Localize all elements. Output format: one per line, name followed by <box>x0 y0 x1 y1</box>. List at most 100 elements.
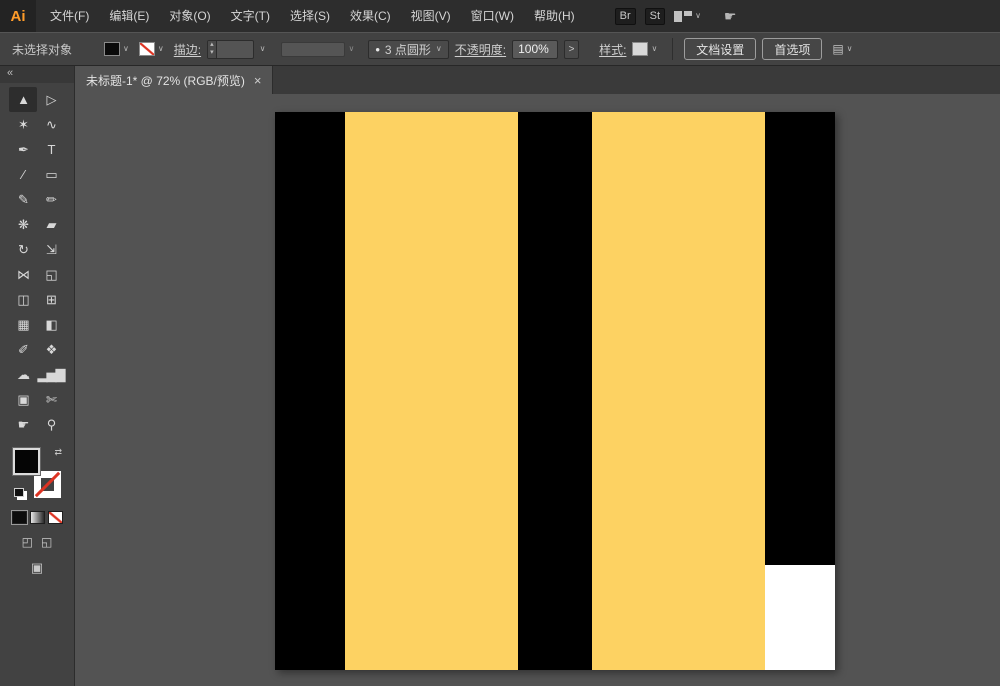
draw-behind-icon[interactable]: ◱ <box>41 535 52 549</box>
preferences-button[interactable]: 首选项 <box>762 38 822 60</box>
control-panel-menu[interactable]: ▤ ∨ <box>832 42 852 56</box>
stroke-weight-stepper[interactable]: ▴ ▾ <box>207 40 254 59</box>
stroke-weight-dropdown-icon[interactable]: ∨ <box>260 45 266 53</box>
stepper-arrows[interactable]: ▴ ▾ <box>208 41 217 58</box>
draw-normal-icon[interactable]: ◰ <box>22 535 33 549</box>
artboard[interactable] <box>275 112 835 670</box>
rotate-tool[interactable]: ↻ <box>9 237 37 262</box>
document-tab-title: 未标题-1* @ 72% (RGB/预览) <box>86 72 245 89</box>
stroke-weight-input[interactable] <box>217 41 253 58</box>
direct-selection-tool[interactable]: ▷ <box>37 87 65 112</box>
shape-builder-tool[interactable]: ◫ <box>9 287 37 312</box>
line-segment-tool[interactable]: ∕ <box>9 162 37 187</box>
column-graph-tool[interactable]: ▂▅▇ <box>37 362 65 387</box>
main-area: « ▲▷✶∿✒T∕▭✎✏❋▰↻⇲⋈◱◫⊞▦◧✐❖☁▂▅▇▣✄☛⚲ ⇄ ◰ ◱ ▣ <box>0 66 1000 686</box>
menu-item[interactable]: 文字(T) <box>221 0 280 32</box>
blend-tool[interactable]: ❖ <box>37 337 65 362</box>
divider <box>672 38 673 60</box>
scale-tool[interactable]: ⇲ <box>37 237 65 262</box>
document-column: 未标题-1* @ 72% (RGB/预览) × <box>75 66 1000 686</box>
style-dropdown[interactable]: ∨ <box>632 42 657 56</box>
none-button[interactable] <box>48 511 63 524</box>
lasso-tool[interactable]: ∿ <box>37 112 65 137</box>
magic-wand-tool[interactable]: ✶ <box>9 112 37 137</box>
menu-item[interactable]: 视图(V) <box>401 0 461 32</box>
symbol-sprayer-tool[interactable]: ☁ <box>9 362 37 387</box>
drawing-modes: ◰ ◱ <box>22 535 53 549</box>
fill-swatch[interactable] <box>13 448 40 475</box>
close-icon[interactable]: × <box>254 73 262 88</box>
stroke-color-swatch <box>139 42 155 56</box>
stock-button[interactable]: St <box>645 8 665 25</box>
canvas-area[interactable] <box>75 94 1000 686</box>
zoom-tool[interactable]: ⚲ <box>37 412 65 437</box>
yellow-stripe-right[interactable] <box>592 112 765 670</box>
workspace-switcher[interactable]: ∨ <box>674 11 701 22</box>
perspective-grid-tool[interactable]: ⊞ <box>37 287 65 312</box>
menu-item[interactable]: 窗口(W) <box>461 0 524 32</box>
gradient-tool[interactable]: ◧ <box>37 312 65 337</box>
chevron-down-icon: ∨ <box>348 45 354 53</box>
menu-item[interactable]: 帮助(H) <box>524 0 585 32</box>
pen-tool[interactable]: ✒ <box>9 137 37 162</box>
yellow-stripe-left[interactable] <box>345 112 518 670</box>
default-fill-stroke-icon[interactable] <box>14 488 24 497</box>
fill-color-control[interactable]: ∨ <box>104 42 129 56</box>
chevron-down-icon: ∨ <box>847 45 853 53</box>
opacity-expand-button[interactable]: > <box>564 40 579 59</box>
fill-color-swatch <box>104 42 120 56</box>
black-rectangle-right[interactable] <box>765 112 835 565</box>
tools-grid: ▲▷✶∿✒T∕▭✎✏❋▰↻⇲⋈◱◫⊞▦◧✐❖☁▂▅▇▣✄☛⚲ <box>9 87 65 437</box>
eraser-tool[interactable]: ▰ <box>37 212 65 237</box>
type-tool[interactable]: T <box>37 137 65 162</box>
brush-definition-dropdown[interactable]: • 3 点圆形 ∨ <box>368 40 448 59</box>
chevron-down-icon: ∨ <box>158 45 164 53</box>
menu-item[interactable]: 编辑(E) <box>99 0 159 32</box>
blob-brush-tool[interactable]: ❋ <box>9 212 37 237</box>
menu-item[interactable]: 文件(F) <box>40 0 99 32</box>
no-selection-label: 未选择对象 <box>12 41 72 58</box>
panel-collapse-button[interactable]: « <box>0 66 74 83</box>
menu-item[interactable]: 对象(O) <box>159 0 220 32</box>
document-tab[interactable]: 未标题-1* @ 72% (RGB/预览) × <box>75 66 273 94</box>
opacity-input[interactable]: 100% <box>512 40 558 59</box>
rectangle-tool[interactable]: ▭ <box>37 162 65 187</box>
hand-tool[interactable]: ☛ <box>9 412 37 437</box>
gradient-button[interactable] <box>30 511 45 524</box>
menu-item[interactable]: 选择(S) <box>280 0 340 32</box>
app-logo: Ai <box>0 0 36 32</box>
artboard-tool[interactable]: ▣ <box>9 387 37 412</box>
stroke-panel-link[interactable]: 描边: <box>174 41 201 58</box>
stepper-down-icon[interactable]: ▾ <box>210 49 214 57</box>
eyedropper-tool[interactable]: ✐ <box>9 337 37 362</box>
brush-preview-dot: • <box>375 43 380 56</box>
cs-live-hand-icon[interactable]: ☛ <box>724 8 737 25</box>
stroke-swatch[interactable] <box>34 471 61 498</box>
stepper-up-icon[interactable]: ▴ <box>210 41 214 49</box>
style-link[interactable]: 样式: <box>599 41 626 58</box>
screen-mode-button[interactable]: ▣ <box>31 560 43 575</box>
paintbrush-tool[interactable]: ✎ <box>9 187 37 212</box>
opacity-link[interactable]: 不透明度: <box>455 41 506 58</box>
stroke-color-control[interactable]: ∨ <box>139 42 164 56</box>
width-profile-dropdown: ∨ <box>281 42 354 57</box>
selection-tool[interactable]: ▲ <box>9 87 37 112</box>
menu-items: 文件(F)编辑(E)对象(O)文字(T)选择(S)效果(C)视图(V)窗口(W)… <box>40 0 585 32</box>
menu-item[interactable]: 效果(C) <box>340 0 401 32</box>
document-tab-bar: 未标题-1* @ 72% (RGB/预览) × <box>75 66 1000 94</box>
style-swatch <box>632 42 648 56</box>
swap-fill-stroke-icon[interactable]: ⇄ <box>54 447 62 458</box>
slice-tool[interactable]: ✄ <box>37 387 65 412</box>
document-setup-button[interactable]: 文档设置 <box>684 38 756 60</box>
bridge-button[interactable]: Br <box>615 8 636 25</box>
panel-menu-icon: ▤ <box>832 42 843 56</box>
color-mode-row <box>12 511 63 524</box>
free-transform-tool[interactable]: ◱ <box>37 262 65 287</box>
pencil-tool[interactable]: ✏ <box>37 187 65 212</box>
fill-stroke-control: ⇄ <box>12 447 62 499</box>
mesh-tool[interactable]: ▦ <box>9 312 37 337</box>
color-button[interactable] <box>12 511 27 524</box>
chevron-down-icon: ∨ <box>695 12 701 20</box>
width-tool[interactable]: ⋈ <box>9 262 37 287</box>
control-bar: 未选择对象 ∨ ∨ 描边: ▴ ▾ ∨ ∨ • 3 点圆形 ∨ 不透明度: <box>0 32 1000 66</box>
